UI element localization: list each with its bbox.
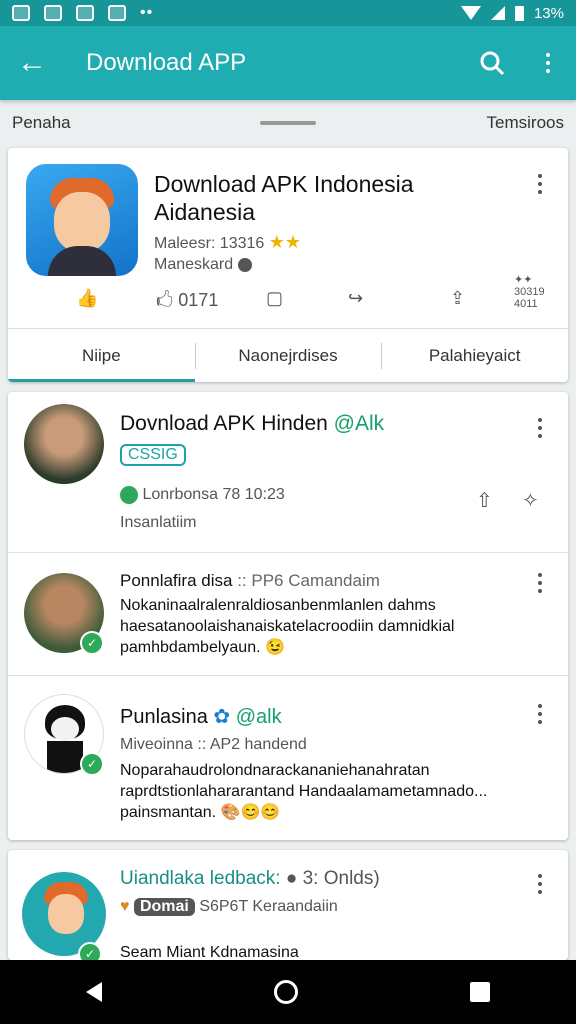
post-menu-icon[interactable]: [538, 418, 542, 438]
sparkle-icon: ✦✦: [514, 274, 533, 286]
emoji-icon: 😉: [265, 639, 285, 656]
app-notification-icon: [76, 5, 94, 21]
post-body: Noparahaudrolondnarackananiehanahratan r…: [120, 762, 488, 821]
app-bar: ← Download APP: [0, 26, 576, 100]
verified-icon: [237, 257, 252, 272]
verified-icon: ✿: [213, 706, 231, 728]
verified-badge-icon: ✓: [80, 631, 104, 655]
app-meta-rating: Maleesr: 13316 ★★: [154, 232, 302, 252]
feed-card-2: ✓ Uiandlaka ledback: ● 3: Onlds) ♥ Domai…: [8, 850, 568, 960]
back-arrow-icon[interactable]: ←: [0, 46, 64, 80]
post-title: Ponnlafira disa :: PP6 Camandaim: [120, 571, 380, 590]
battery-icon: [514, 5, 524, 21]
app-title: Download APK Indonesia Aidanesia: [154, 171, 414, 225]
post-sub: Miveoinna :: AP2 handend: [120, 736, 307, 753]
post-sub: ♥ Domai S6P6T Keraandaiin: [120, 898, 338, 916]
app-card: Download APK Indonesia Aidanesia Maleesr…: [8, 148, 568, 382]
signal-icon: [490, 6, 505, 20]
tab-1[interactable]: Niipe: [8, 329, 195, 382]
save-icon[interactable]: ⇪: [450, 288, 465, 309]
download-notification-icon: [108, 5, 126, 21]
subheader-right[interactable]: Temsiroos: [487, 113, 564, 133]
heart-icon: ♥: [120, 898, 130, 915]
verified-badge-icon: ✓: [80, 752, 104, 776]
app-action-row: 👍 🖒 0171 ▢ ↪ ⇪ ✦✦ 30319 4011: [8, 274, 568, 328]
sub-header: Penaha Temsiroos: [0, 100, 576, 146]
drag-handle[interactable]: [260, 121, 316, 125]
post-menu-icon[interactable]: [538, 704, 542, 724]
post-title: Uiandlaka ledback: ● 3: Onlds): [120, 868, 380, 889]
like-count[interactable]: 🖒 0171: [156, 288, 218, 318]
post-2[interactable]: ✓ Ponnlafira disa :: PP6 Camandaim Nokan…: [8, 553, 568, 675]
post-tag: CSSIG: [120, 444, 186, 466]
wifi-icon: [460, 6, 481, 20]
share-icon[interactable]: ↪: [348, 288, 363, 309]
location-icon: [120, 486, 138, 504]
notification-icon: [12, 5, 30, 21]
post-body: Seam Miant Kdnamasina: [120, 944, 299, 960]
thumb-up-icon[interactable]: 👍: [76, 288, 98, 309]
more-notifications-icon: ••: [140, 4, 154, 21]
emoji-icon: 🎨😊😊: [220, 804, 281, 821]
post-menu-icon[interactable]: [538, 874, 542, 894]
star-icon: ★: [284, 232, 302, 252]
like-icon: 🖒: [156, 290, 174, 310]
sparkle-icon[interactable]: ✧: [522, 488, 539, 513]
post-1[interactable]: Dovnload APK Hinden @Alk CSSIG Lonrbonsa…: [8, 392, 568, 552]
nav-back-icon[interactable]: [86, 982, 102, 1002]
verified-badge-icon: ✓: [78, 942, 102, 960]
battery-text: 13%: [533, 4, 564, 22]
post-meta: Lonrbonsa 78 10:23: [120, 486, 285, 504]
post-menu-icon[interactable]: [538, 573, 542, 593]
post-title: Punlasina ✿ @alk: [120, 706, 282, 728]
stats-corner: ✦✦ 30319 4011: [514, 274, 545, 310]
comment-icon[interactable]: ▢: [266, 288, 283, 309]
status-bar: •• 13%: [0, 0, 576, 26]
page-title: Download APP: [86, 49, 247, 76]
overflow-menu-icon[interactable]: [520, 53, 576, 73]
star-icon: ★: [268, 232, 285, 252]
app-card-menu-icon[interactable]: [538, 174, 542, 194]
globe-icon: ●: [285, 868, 298, 889]
app-meta-dev: Maneskard: [154, 256, 252, 274]
share-icon[interactable]: ⇧: [476, 488, 493, 513]
nav-home-icon[interactable]: [274, 980, 298, 1004]
post-body: Nokaninaalralenraldiosanbenmlanlen dahms…: [120, 597, 455, 656]
tab-bar: Niipe Naonejrdises Palahieyaict: [8, 328, 568, 382]
tab-2[interactable]: Naonejrdises: [194, 329, 382, 382]
post-3[interactable]: ✓ Punlasina ✿ @alk Miveoinna :: AP2 hand…: [8, 676, 568, 840]
tab-3[interactable]: Palahieyaict: [381, 329, 568, 382]
post-title: Dovnload APK Hinden @Alk: [120, 412, 385, 435]
feed-card: Dovnload APK Hinden @Alk CSSIG Lonrbonsa…: [8, 392, 568, 840]
image-notification-icon: [44, 5, 62, 21]
avatar[interactable]: [24, 404, 104, 484]
search-icon[interactable]: [464, 50, 520, 76]
nav-recents-icon[interactable]: [470, 982, 490, 1002]
system-nav-bar: [0, 960, 576, 1024]
subheader-left[interactable]: Penaha: [12, 113, 71, 133]
post-sub: Insanlatiim: [120, 514, 197, 531]
app-icon[interactable]: [26, 164, 138, 276]
